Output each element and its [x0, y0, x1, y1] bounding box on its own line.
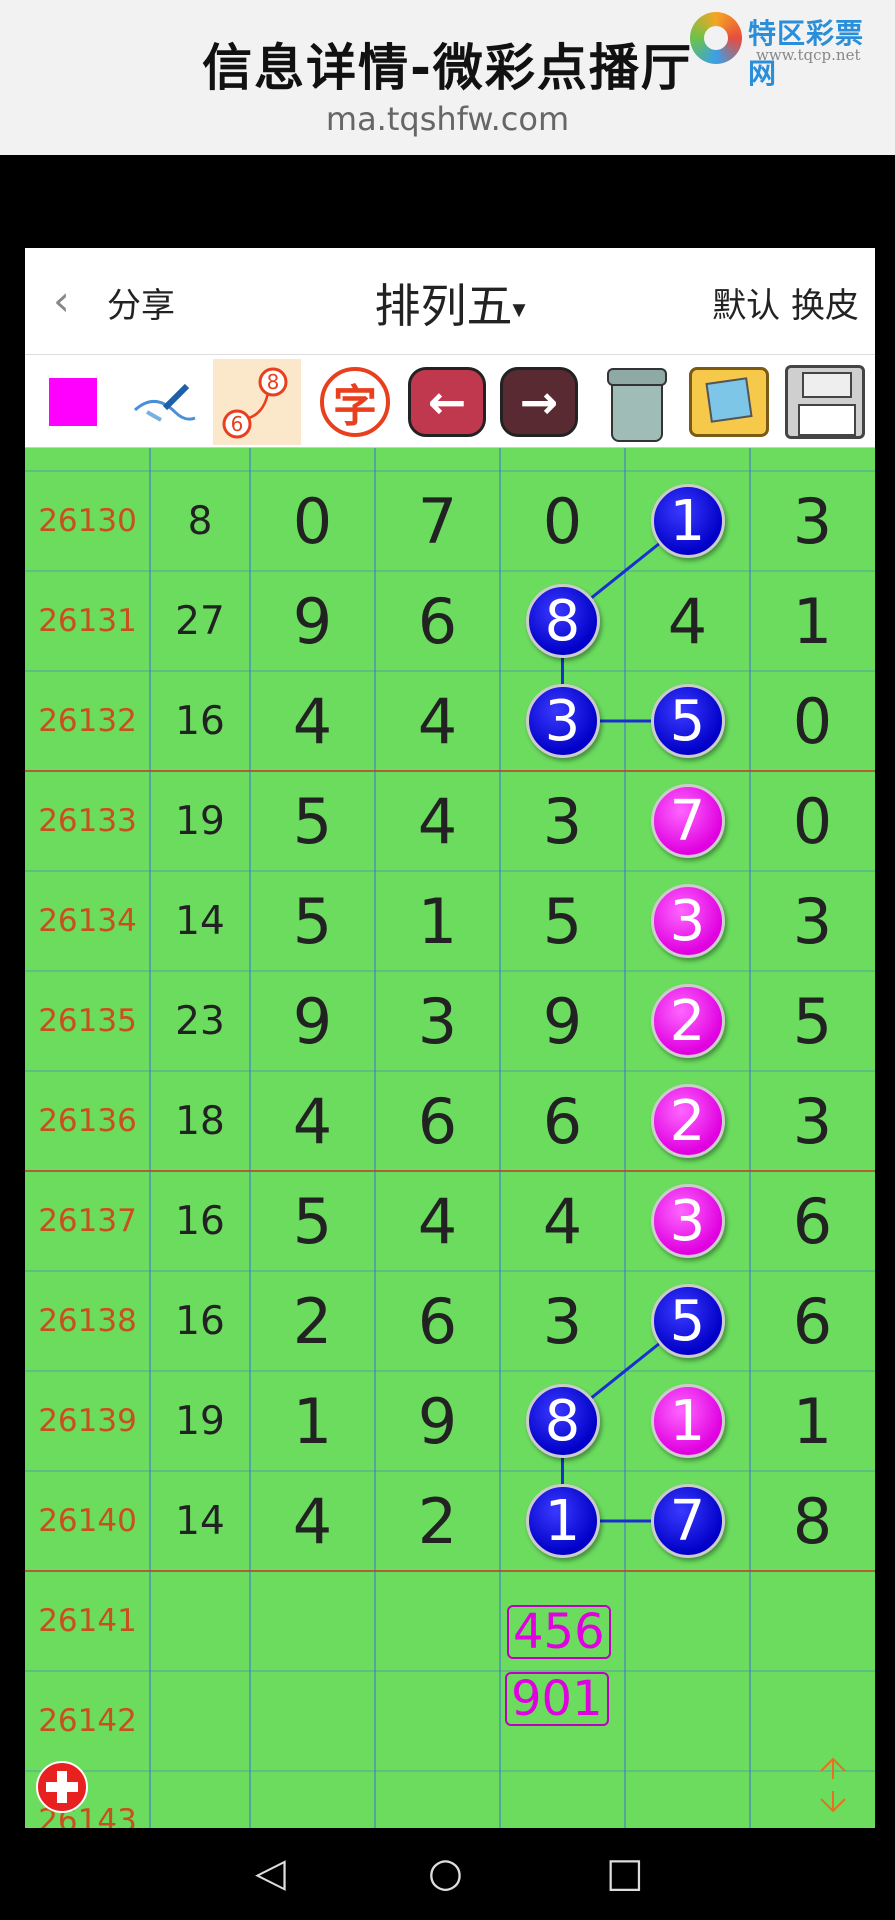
- skin-menu[interactable]: 默认 换皮: [712, 278, 859, 327]
- undo-button[interactable]: ←: [403, 359, 491, 445]
- highlighted-ball: 3: [650, 1184, 725, 1258]
- highlighted-ball: 1: [525, 1484, 600, 1558]
- gallery-button[interactable]: [685, 359, 773, 445]
- highlighted-ball: 5: [650, 1284, 725, 1358]
- photos-icon: [689, 367, 769, 437]
- save-button[interactable]: [781, 359, 869, 445]
- home-nav-icon[interactable]: ○: [428, 1850, 463, 1896]
- recent-apps-icon[interactable]: □: [606, 1850, 644, 1896]
- right-arrow-icon: →: [500, 367, 578, 437]
- brand-logo: 特区彩票网 www.tqcp.net: [690, 12, 885, 90]
- redo-button[interactable]: →: [495, 359, 583, 445]
- num-top-label: 8: [267, 370, 280, 394]
- char-icon: 字: [320, 367, 390, 437]
- lottery-title: 排列五: [374, 279, 513, 333]
- highlighted-ball: 8: [525, 1384, 600, 1458]
- text-tool-button[interactable]: 字: [311, 359, 399, 445]
- highlighted-ball: 5: [650, 684, 725, 758]
- highlighted-ball: 8: [525, 584, 600, 658]
- highlighted-ball: 1: [650, 1384, 725, 1458]
- highlighted-ball: 1: [650, 484, 725, 558]
- toolbar: 8 6 字 ← →: [25, 355, 875, 448]
- system-nav-bar: ◁ ○ □: [0, 1828, 895, 1920]
- highlighted-ball: 3: [525, 684, 600, 758]
- magenta-square-icon: [49, 378, 97, 426]
- number-path-icon: 8 6: [222, 367, 288, 439]
- pen-tool-button[interactable]: [121, 359, 209, 445]
- pen-icon: [133, 383, 196, 422]
- nav-bar: ‹ 分享 排列五▾ 默认 换皮: [25, 248, 875, 355]
- lottery-grid[interactable]: 456 901 26130 8 0 7 0 1 3 26131 27 9 6 8 4 1 26132 16 4 4…: [25, 448, 875, 1828]
- brand-site: www.tqcp.net: [756, 46, 861, 64]
- left-arrow-icon: ←: [408, 367, 486, 437]
- trash-icon: [605, 364, 667, 442]
- color-picker-button[interactable]: [29, 359, 117, 445]
- clear-button[interactable]: [591, 359, 679, 445]
- dropdown-caret-icon: ▾: [512, 294, 526, 325]
- ball-connectors: [561, 519, 689, 1523]
- highlighted-ball: 2: [650, 1084, 725, 1158]
- floppy-disk-icon: [785, 365, 865, 439]
- back-nav-icon[interactable]: ◁: [255, 1850, 286, 1896]
- page-url: ma.tqshfw.com: [325, 100, 570, 138]
- add-button[interactable]: [35, 1760, 89, 1814]
- expand-arrows-icon[interactable]: [813, 1753, 853, 1817]
- web-header: 信息详情-微彩点播厅 ma.tqshfw.com 特区彩票网 www.tqcp.…: [0, 0, 895, 155]
- connect-numbers-button[interactable]: 8 6: [213, 359, 301, 445]
- highlighted-ball: 7: [650, 1484, 725, 1558]
- highlighted-ball: 3: [650, 884, 725, 958]
- num-bottom-label: 6: [231, 412, 244, 436]
- swirl-logo-icon: [690, 12, 742, 64]
- app-frame: ‹ 分享 排列五▾ 默认 换皮 8 6 字 ← → 456 901 26130 …: [25, 248, 875, 1828]
- highlighted-ball: 7: [650, 784, 725, 858]
- highlighted-ball: 2: [650, 984, 725, 1058]
